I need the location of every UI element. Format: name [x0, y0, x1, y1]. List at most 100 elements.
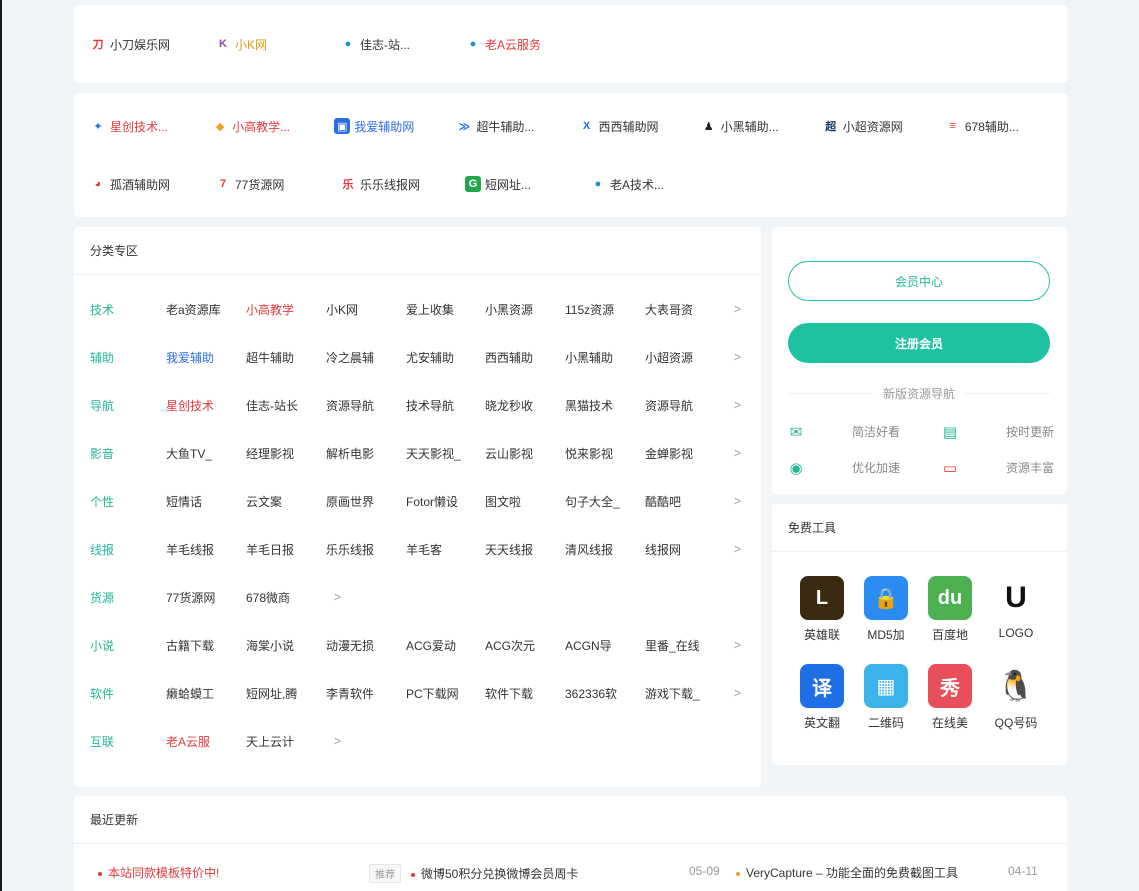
category-more-chevron-icon[interactable]: >	[334, 590, 341, 604]
category-link[interactable]: ACG次元	[485, 637, 535, 654]
category-link[interactable]: 酷酷吧	[645, 493, 681, 510]
category-link[interactable]: 李青软件	[326, 685, 374, 702]
category-more-chevron-icon[interactable]: >	[734, 398, 741, 412]
category-link[interactable]: 解析电影	[326, 445, 374, 462]
update-item[interactable]: 推荐 微博50积分兑换微博会员周卡	[369, 864, 578, 883]
category-link[interactable]: ACGN导	[565, 637, 612, 654]
category-more-chevron-icon[interactable]: >	[734, 302, 741, 316]
category-link[interactable]: 经理影视	[246, 445, 294, 462]
friend-link[interactable]: ◕ 孤酒辅助网	[90, 176, 215, 193]
friend-link[interactable]: K 小K网	[215, 36, 340, 53]
friend-link[interactable]: ▣ 我爱辅助网	[334, 118, 456, 135]
category-link[interactable]: 黑猫技术	[565, 397, 613, 414]
friend-link[interactable]: 超小超资源网	[822, 118, 945, 135]
category-name[interactable]: 影音	[90, 445, 114, 462]
category-name[interactable]: 辅助	[90, 349, 114, 366]
category-link[interactable]: 冷之晨辅	[326, 349, 374, 366]
category-link[interactable]: 尤安辅助	[406, 349, 454, 366]
category-link[interactable]: 小超资源	[645, 349, 693, 366]
category-link[interactable]: ACG爱动	[406, 637, 456, 654]
tool-item[interactable]: ▦ 二维码	[856, 664, 916, 731]
category-more-chevron-icon[interactable]: >	[734, 446, 741, 460]
category-link[interactable]: 超牛辅助	[246, 349, 294, 366]
category-link[interactable]: 天天影视_	[406, 445, 461, 462]
category-name[interactable]: 货源	[90, 589, 114, 606]
friend-link[interactable]: ✦ 星创技术...	[90, 118, 212, 135]
category-link[interactable]: 软件下载	[485, 685, 533, 702]
category-link[interactable]: 资源导航	[326, 397, 374, 414]
category-link[interactable]: 癞蛤蟆工	[166, 685, 214, 702]
category-name[interactable]: 导航	[90, 397, 114, 414]
tool-item[interactable]: du 百度地	[920, 576, 980, 643]
friend-link[interactable]: ● 老A云服务	[465, 36, 590, 53]
category-link[interactable]: 古籍下载	[166, 637, 214, 654]
category-link[interactable]: 天天线报	[485, 541, 533, 558]
category-link[interactable]: Fotor懒设	[406, 493, 458, 510]
category-more-chevron-icon[interactable]: >	[734, 638, 741, 652]
category-link[interactable]: 佳志-站长	[246, 397, 298, 414]
friend-link[interactable]: 乐乐乐线报网	[340, 176, 465, 193]
category-link[interactable]: 爱上收集	[406, 301, 454, 318]
category-name[interactable]: 小说	[90, 637, 114, 654]
friend-link[interactable]: ≡ 678辅助...	[944, 118, 1067, 135]
friend-link[interactable]: ◆ 小高教学...	[212, 118, 334, 135]
category-link[interactable]: 天上云计	[246, 733, 294, 750]
category-link[interactable]: 悦来影视	[565, 445, 613, 462]
friend-link[interactable]: 刀小刀娱乐网	[90, 36, 215, 53]
update-item[interactable]: 本站同款模板特价中!	[98, 864, 219, 881]
category-link[interactable]: 小黑辅助	[565, 349, 613, 366]
category-link[interactable]: 我爱辅助	[166, 349, 214, 366]
category-link[interactable]: 老A云服	[166, 733, 210, 750]
friend-link[interactable]: ● 老A技术...	[590, 176, 715, 193]
category-name[interactable]: 互联	[90, 733, 114, 750]
tool-item[interactable]: 译英文翻	[792, 664, 852, 731]
category-more-chevron-icon[interactable]: >	[334, 734, 341, 748]
category-link[interactable]: 动漫无损	[326, 637, 374, 654]
category-link[interactable]: 小高教学	[246, 301, 294, 318]
category-link[interactable]: 清风线报	[565, 541, 613, 558]
tool-item[interactable]: 🔒 MD5加	[856, 576, 916, 643]
category-link[interactable]: 羊毛日报	[246, 541, 294, 558]
category-more-chevron-icon[interactable]: >	[734, 494, 741, 508]
category-link[interactable]: 星创技术	[166, 397, 214, 414]
friend-link[interactable]: 7 77货源网	[215, 176, 340, 193]
tool-item[interactable]: L 英雄联	[792, 576, 852, 643]
update-item[interactable]: VeryCapture – 功能全面的免费截图工具	[736, 864, 958, 881]
category-link[interactable]: 云山影视	[485, 445, 533, 462]
category-name[interactable]: 技术	[90, 301, 114, 318]
category-more-chevron-icon[interactable]: >	[734, 542, 741, 556]
category-link[interactable]: 西西辅助	[485, 349, 533, 366]
tool-item[interactable]: 🐧 QQ号码	[986, 664, 1046, 731]
category-link[interactable]: 里番_在线	[645, 637, 700, 654]
category-link[interactable]: 小黑资源	[485, 301, 533, 318]
friend-link[interactable]: ♟ 小黑辅助...	[700, 118, 823, 135]
category-link[interactable]: 图文啦	[485, 493, 521, 510]
category-link[interactable]: 短网址,腾	[246, 685, 297, 702]
friend-link[interactable]: ● 佳志-站...	[340, 36, 465, 53]
category-link[interactable]: 羊毛客	[406, 541, 442, 558]
tool-item[interactable]: U LOGO	[986, 576, 1046, 640]
tool-item[interactable]: 秀在线美	[920, 664, 980, 731]
category-link[interactable]: 362336软	[565, 685, 617, 702]
category-name[interactable]: 个性	[90, 493, 114, 510]
category-name[interactable]: 软件	[90, 685, 114, 702]
category-link[interactable]: 老a资源库	[166, 301, 221, 318]
member-center-button[interactable]: 会员中心	[788, 261, 1050, 301]
category-name[interactable]: 线报	[90, 541, 114, 558]
category-link[interactable]: 大鱼TV_	[166, 445, 212, 462]
category-link[interactable]: PC下载网	[406, 685, 459, 702]
category-link[interactable]: 云文案	[246, 493, 282, 510]
category-link[interactable]: 海棠小说	[246, 637, 294, 654]
register-button[interactable]: 注册会员	[788, 323, 1050, 363]
friend-link[interactable]: ≫ 超牛辅助...	[456, 118, 578, 135]
category-link[interactable]: 金蝉影视	[645, 445, 693, 462]
category-more-chevron-icon[interactable]: >	[734, 686, 741, 700]
category-link[interactable]: 资源导航	[645, 397, 693, 414]
category-link[interactable]: 678微商	[246, 589, 290, 606]
category-link[interactable]: 羊毛线报	[166, 541, 214, 558]
category-link[interactable]: 77货源网	[166, 589, 215, 606]
category-link[interactable]: 大表哥资	[645, 301, 693, 318]
category-link[interactable]: 乐乐线报	[326, 541, 374, 558]
friend-link[interactable]: G 短网址...	[465, 176, 590, 193]
category-more-chevron-icon[interactable]: >	[734, 350, 741, 364]
